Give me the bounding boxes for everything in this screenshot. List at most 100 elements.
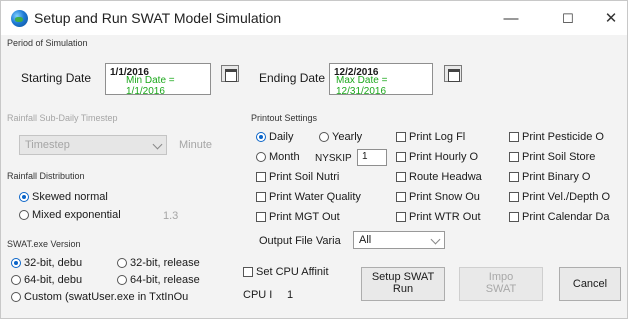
setup-swat-run-button[interactable]: Setup SWAT Run bbox=[361, 267, 445, 301]
ending-date-label: Ending Date bbox=[259, 71, 326, 85]
version-32-debug-label: 32-bit, debu bbox=[24, 257, 83, 269]
daily-label: Daily bbox=[269, 131, 294, 143]
checkbox-icon bbox=[243, 267, 253, 277]
import-swat-label-line1: Impo bbox=[488, 271, 514, 283]
period-group-label: Period of Simulation bbox=[7, 38, 88, 48]
radio-icon bbox=[117, 258, 127, 268]
print-calendar-label: Print Calendar Da bbox=[522, 211, 610, 223]
print-log-file-checkbox[interactable]: Print Log Fl bbox=[396, 131, 465, 143]
radio-checked-icon bbox=[11, 258, 21, 268]
cpu-value: 1 bbox=[287, 289, 294, 301]
ending-date-hint: Max Date = 12/31/2016 bbox=[336, 75, 388, 97]
cancel-button[interactable]: Cancel bbox=[559, 267, 621, 301]
mixed-exponential-label: Mixed exponential bbox=[32, 209, 121, 221]
version-64-release-label: 64-bit, release bbox=[130, 274, 200, 286]
print-binary-checkbox[interactable]: Print Binary O bbox=[509, 171, 590, 183]
print-snow-checkbox[interactable]: Print Snow Ou bbox=[396, 191, 480, 203]
checkbox-icon bbox=[509, 152, 519, 162]
chevron-down-icon bbox=[430, 234, 441, 245]
print-soil-nutrient-checkbox[interactable]: Print Soil Nutri bbox=[256, 171, 339, 183]
setup-swat-run-label-line2: Run bbox=[392, 283, 414, 295]
starting-date-label: Starting Date bbox=[21, 71, 92, 85]
daily-radio[interactable]: Daily bbox=[256, 131, 293, 143]
rainfall-timestep-label: Rainfall Sub-Daily Timestep bbox=[7, 113, 118, 123]
nyskip-value: 1 bbox=[362, 151, 368, 162]
print-pesticide-label: Print Pesticide O bbox=[522, 131, 604, 143]
swat-version-label: SWAT.exe Version bbox=[7, 239, 81, 249]
checkbox-icon bbox=[256, 192, 266, 202]
globe-icon bbox=[11, 10, 28, 27]
cpu-affinity-checkbox[interactable]: Set CPU Affinit bbox=[243, 266, 329, 278]
printout-settings-label: Printout Settings bbox=[251, 113, 318, 123]
radio-checked-icon bbox=[19, 192, 29, 202]
checkbox-icon bbox=[396, 172, 406, 182]
nyskip-label: NYSKIP bbox=[315, 153, 352, 164]
version-32-release-radio[interactable]: 32-bit, release bbox=[117, 257, 200, 269]
nyskip-input[interactable]: 1 bbox=[357, 149, 387, 166]
print-snow-label: Print Snow Ou bbox=[409, 191, 480, 203]
checkbox-icon bbox=[256, 172, 266, 182]
close-button[interactable]: ✕ bbox=[595, 7, 627, 31]
route-headwaters-label: Route Headwa bbox=[409, 171, 482, 183]
print-wtr-label: Print WTR Out bbox=[409, 211, 481, 223]
print-mgt-label: Print MGT Out bbox=[269, 211, 340, 223]
timestep-unit: Minute bbox=[179, 139, 213, 151]
import-swat-label-line2: SWAT bbox=[485, 283, 517, 295]
print-water-quality-checkbox[interactable]: Print Water Quality bbox=[256, 191, 361, 203]
checkbox-icon bbox=[509, 212, 519, 222]
print-mgt-checkbox[interactable]: Print MGT Out bbox=[256, 211, 340, 223]
radio-icon bbox=[11, 275, 21, 285]
starting-date-calendar-icon[interactable] bbox=[221, 65, 239, 82]
version-64-release-radio[interactable]: 64-bit, release bbox=[117, 274, 200, 286]
checkbox-icon bbox=[396, 192, 406, 202]
radio-icon bbox=[19, 210, 29, 220]
version-32-debug-radio[interactable]: 32-bit, debu bbox=[11, 257, 82, 269]
skewed-normal-label: Skewed normal bbox=[32, 191, 108, 203]
version-64-debug-radio[interactable]: 64-bit, debu bbox=[11, 274, 82, 286]
version-custom-radio[interactable]: Custom (swatUser.exe in TxtInOu bbox=[11, 291, 188, 303]
checkbox-icon bbox=[256, 212, 266, 222]
rainfall-distribution-label: Rainfall Distribution bbox=[7, 171, 85, 181]
cpu-affinity-label: Set CPU Affinit bbox=[256, 266, 329, 278]
month-radio[interactable]: Month bbox=[256, 151, 300, 163]
print-hourly-label: Print Hourly O bbox=[409, 151, 479, 163]
radio-checked-icon bbox=[256, 132, 266, 142]
skewed-normal-radio[interactable]: Skewed normal bbox=[19, 191, 108, 203]
version-custom-label: Custom (swatUser.exe in TxtInOu bbox=[24, 291, 189, 303]
window-title: Setup and Run SWAT Model Simulation bbox=[34, 10, 282, 26]
timestep-select[interactable]: Timestep bbox=[19, 135, 167, 155]
print-vel-depth-label: Print Vel./Depth O bbox=[522, 191, 611, 203]
output-vars-label: Output File Varia bbox=[259, 235, 341, 247]
title-bar: Setup and Run SWAT Model Simulation — ☐ … bbox=[1, 1, 627, 35]
print-pesticide-checkbox[interactable]: Print Pesticide O bbox=[509, 131, 604, 143]
maximize-button[interactable]: ☐ bbox=[545, 7, 591, 31]
print-calendar-checkbox[interactable]: Print Calendar Da bbox=[509, 211, 609, 223]
checkbox-icon bbox=[396, 132, 406, 142]
starting-date-field[interactable]: 1/1/2016 Min Date = 1/1/2016 bbox=[105, 63, 211, 97]
ending-date-field[interactable]: 12/2/2016 Max Date = 12/31/2016 bbox=[329, 63, 433, 97]
output-vars-select[interactable]: All bbox=[353, 231, 445, 249]
version-32-release-label: 32-bit, release bbox=[130, 257, 200, 269]
ending-date-calendar-icon[interactable] bbox=[444, 65, 462, 82]
chevron-down-icon bbox=[152, 139, 163, 150]
print-soil-nutrient-label: Print Soil Nutri bbox=[269, 171, 340, 183]
mixed-exponential-radio[interactable]: Mixed exponential bbox=[19, 209, 121, 221]
print-log-file-label: Print Log Fl bbox=[409, 131, 466, 143]
timestep-select-value: Timestep bbox=[25, 139, 70, 151]
starting-date-hint: Min Date = 1/1/2016 bbox=[126, 75, 175, 97]
cpu-label: CPU I bbox=[243, 289, 273, 301]
version-64-debug-label: 64-bit, debu bbox=[24, 274, 83, 286]
radio-icon bbox=[11, 292, 21, 302]
print-soil-store-label: Print Soil Store bbox=[522, 151, 596, 163]
output-vars-value: All bbox=[359, 234, 372, 246]
route-headwaters-checkbox[interactable]: Route Headwa bbox=[396, 171, 482, 183]
radio-icon bbox=[319, 132, 329, 142]
print-soil-store-checkbox[interactable]: Print Soil Store bbox=[509, 151, 595, 163]
import-swat-button[interactable]: Impo SWAT bbox=[459, 267, 543, 301]
yearly-radio[interactable]: Yearly bbox=[319, 131, 362, 143]
swat-setup-window: Setup and Run SWAT Model Simulation — ☐ … bbox=[0, 0, 628, 319]
print-vel-depth-checkbox[interactable]: Print Vel./Depth O bbox=[509, 191, 610, 203]
print-wtr-checkbox[interactable]: Print WTR Out bbox=[396, 211, 481, 223]
print-hourly-checkbox[interactable]: Print Hourly O bbox=[396, 151, 478, 163]
minimize-button[interactable]: — bbox=[488, 7, 534, 31]
